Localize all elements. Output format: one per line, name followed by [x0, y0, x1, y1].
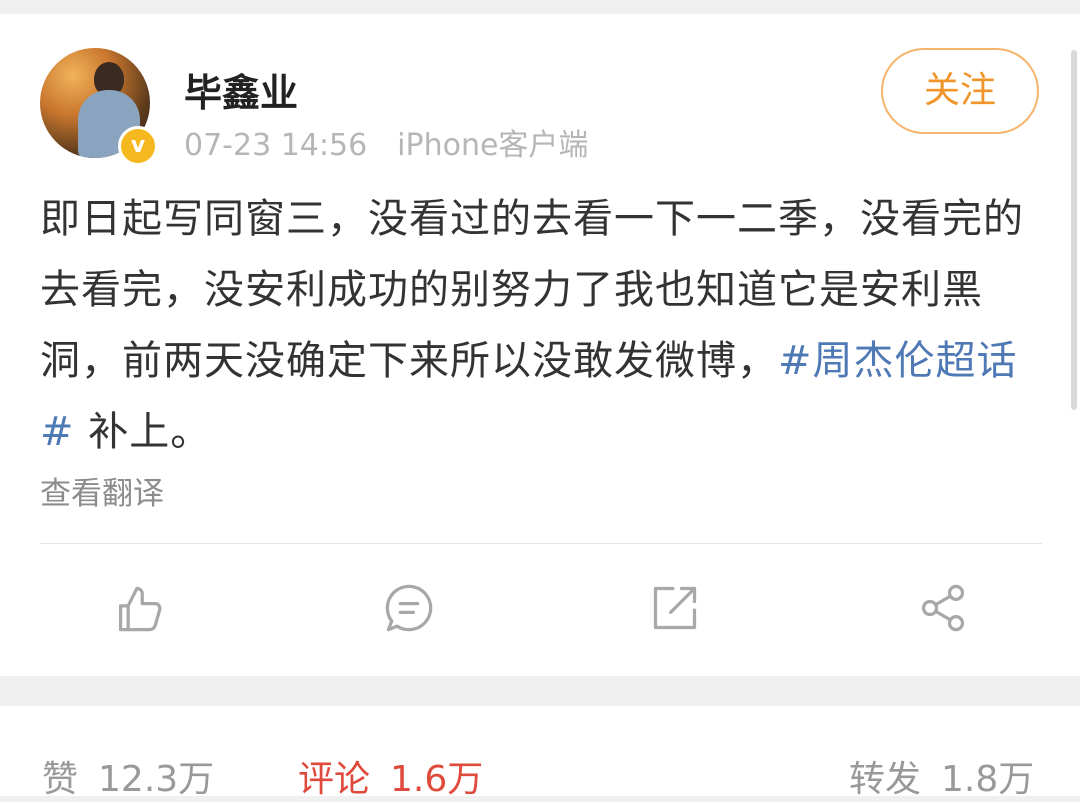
post-card: v 毕鑫业 07-23 14:56 iPhone客户端 关注 即日起写同窗三，没看…	[0, 14, 1080, 676]
stats-bar: 赞 12.3万 评论 1.6万 转发 1.8万	[0, 706, 1080, 800]
divider	[40, 543, 1042, 544]
scrollbar[interactable]	[1071, 50, 1077, 410]
verified-badge-icon: v	[118, 126, 158, 166]
likes-count: 12.3万	[98, 759, 215, 800]
post-source: iPhone客户端	[397, 128, 589, 163]
tab-likes[interactable]: 赞 12.3万	[42, 750, 214, 802]
reposts-label: 转发	[849, 759, 922, 800]
thumbs-up-icon	[118, 586, 162, 632]
like-button[interactable]	[111, 580, 167, 636]
share-button[interactable]	[915, 580, 971, 636]
avatar[interactable]: v	[40, 48, 158, 166]
post-time: 07-23 14:56	[184, 128, 368, 163]
tab-reposts[interactable]: 转发 1.8万	[849, 750, 1034, 802]
share-icon	[921, 584, 965, 632]
post-text-tail: 补上。	[74, 409, 212, 455]
comment-button[interactable]	[381, 580, 437, 636]
likes-label: 赞	[42, 759, 79, 800]
comments-count: 1.6万	[390, 759, 484, 800]
username[interactable]: 毕鑫业	[184, 62, 298, 117]
tab-comments[interactable]: 评论 1.6万	[298, 750, 483, 802]
post-meta: 07-23 14:56 iPhone客户端	[184, 120, 588, 164]
post-text: 即日起写同窗三，没看过的去看一下一二季，没看完的去看完，没安利成功的别努力了我也…	[40, 184, 1050, 468]
repost-button[interactable]	[647, 580, 703, 636]
comments-label: 评论	[298, 759, 371, 800]
repost-icon	[653, 586, 697, 630]
follow-button[interactable]: 关注	[881, 48, 1039, 134]
comment-icon	[385, 584, 433, 632]
translate-link[interactable]: 查看翻译	[40, 468, 164, 513]
reposts-count: 1.8万	[941, 759, 1035, 800]
